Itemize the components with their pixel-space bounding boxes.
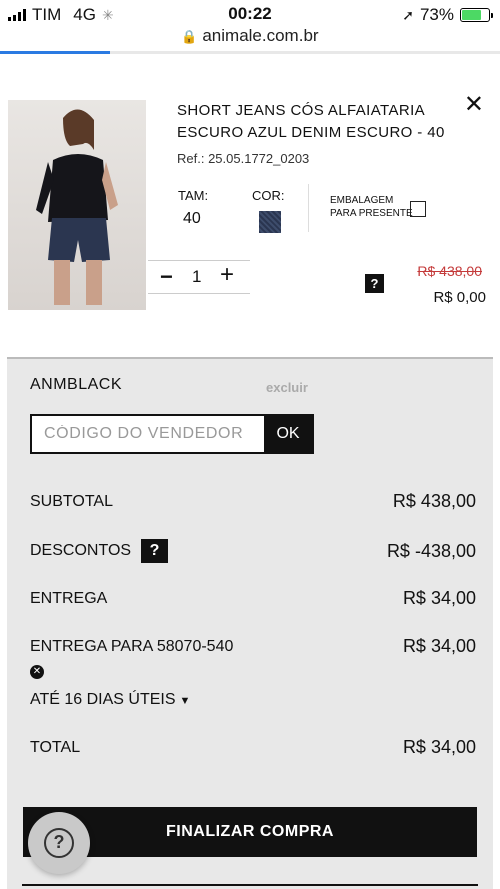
product-photo-illustration <box>36 109 118 305</box>
size-label: TAM: <box>178 188 209 203</box>
status-right: ➚ 73% <box>402 5 493 25</box>
help-button[interactable]: ? <box>28 812 90 874</box>
remove-item-icon[interactable]: ✕ <box>464 90 484 119</box>
color-swatch <box>259 211 281 233</box>
vendor-code-form: OK <box>30 414 314 454</box>
url-text: animale.com.br <box>202 26 319 45</box>
delivery-time-dropdown[interactable]: ATÉ 16 DIAS ÚTEIS ▼ <box>30 691 190 709</box>
delivery-to-row: ENTREGA PARA 58070-540 R$ 34,00 <box>30 636 476 657</box>
remove-zip-icon[interactable]: ✕ <box>30 665 44 679</box>
delivery-to-label: ENTREGA PARA 58070-540 <box>30 637 234 655</box>
vendor-ok-button[interactable]: OK <box>264 416 312 452</box>
total-label: TOTAL <box>30 738 81 756</box>
gift-wrap-label: EMBALAGEM PARA PRESENTE <box>330 194 413 220</box>
coupon-code: ANMBLACK <box>30 376 123 393</box>
status-bar: TIM 4G ✳ 00:22 ➚ 73% <box>0 0 500 28</box>
vendor-code-input[interactable] <box>32 416 264 452</box>
decrease-button[interactable]: − <box>160 264 173 290</box>
load-progress-bar <box>0 51 110 54</box>
quantity-value: 1 <box>192 267 202 286</box>
delivery-row: ENTREGA R$ 34,00 <box>30 588 476 609</box>
caret-down-icon: ▼ <box>179 695 191 707</box>
product-image[interactable] <box>8 100 146 310</box>
discount-value: R$ -438,00 <box>386 540 476 561</box>
discount-help-icon[interactable]: ? <box>141 539 169 563</box>
delivery-time-text: ATÉ 16 DIAS ÚTEIS <box>30 691 176 708</box>
price-help-icon[interactable]: ? <box>365 274 384 293</box>
battery-level <box>462 10 481 20</box>
next-button-edge[interactable] <box>22 884 478 889</box>
lock-icon: 🔒 <box>181 29 198 44</box>
gift-wrap-checkbox[interactable] <box>410 201 426 217</box>
total-value: R$ 34,00 <box>402 737 476 757</box>
quantity-stepper: − 1 + <box>148 260 250 294</box>
remove-coupon-link[interactable]: excluir <box>266 380 308 395</box>
delivery-to-value: R$ 34,00 <box>402 636 476 656</box>
discount-label: DESCONTOS <box>30 542 132 560</box>
address-bar[interactable]: 🔒 animale.com.br <box>0 26 500 46</box>
product-ref: Ref.: 25.05.1772_0203 <box>177 151 310 166</box>
cart-item: SHORT JEANS CÓS ALFAIATARIA ESCURO AZUL … <box>0 60 500 350</box>
total-row: TOTAL R$ 34,00 <box>30 737 476 758</box>
increase-button[interactable]: + <box>220 261 234 289</box>
subtotal-row: SUBTOTAL R$ 438,00 <box>30 491 476 512</box>
gift-wrap-label-line1: EMBALAGEM <box>330 195 394 206</box>
product-title[interactable]: SHORT JEANS CÓS ALFAIATARIA ESCURO AZUL … <box>177 100 467 144</box>
checkout-button[interactable]: FINALIZAR COMPRA <box>23 807 477 857</box>
subtotal-value: R$ 438,00 <box>392 491 476 511</box>
delivery-value: R$ 34,00 <box>402 588 476 608</box>
order-summary: ANMBLACK excluir OK SUBTOTAL R$ 438,00 D… <box>7 357 493 889</box>
battery-percent: 73% <box>419 5 454 24</box>
current-price: R$ 0,00 <box>433 289 486 306</box>
location-icon: ➚ <box>402 6 414 23</box>
subtotal-label: SUBTOTAL <box>30 492 113 510</box>
size-value: 40 <box>183 210 201 227</box>
question-icon: ? <box>44 828 74 858</box>
divider <box>308 184 309 232</box>
old-price: R$ 438,00 <box>417 263 482 279</box>
battery-icon <box>460 8 493 22</box>
delivery-label: ENTREGA <box>30 589 108 607</box>
discount-row: DESCONTOS? R$ -438,00 <box>30 539 476 563</box>
gift-wrap-label-line2: PARA PRESENTE <box>330 208 413 219</box>
color-label: COR: <box>252 188 285 203</box>
